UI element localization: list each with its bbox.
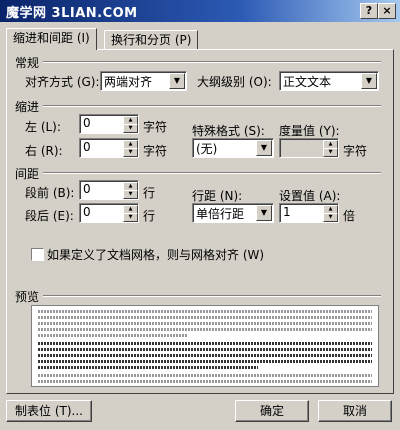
down-arrow-icon[interactable]: ▼	[123, 190, 138, 199]
preview-line	[38, 310, 372, 313]
down-arrow-icon[interactable]: ▼	[123, 213, 138, 222]
by-label: 度量值 (Y):	[279, 124, 340, 138]
preview-line	[38, 342, 372, 345]
preview-line	[38, 360, 372, 363]
left-indent-label: 左 (L):	[25, 120, 61, 134]
outline-level-label: 大纲级别 (O):	[197, 75, 272, 89]
alignment-value: 两端对齐	[104, 75, 153, 89]
outline-level-value: 正文文本	[283, 75, 332, 89]
grid-align-checkbox[interactable]	[31, 248, 44, 261]
tab-indents-spacing[interactable]: 缩进和间距 (I)	[6, 28, 97, 50]
preview-line	[38, 366, 258, 369]
preview-line	[38, 354, 372, 357]
space-before-label: 段前 (B):	[25, 186, 75, 200]
preview-line	[38, 374, 372, 377]
down-arrow-icon[interactable]: ▼	[323, 148, 338, 157]
down-arrow-icon[interactable]: ▼	[123, 124, 138, 133]
space-after-value: 0	[83, 205, 91, 219]
right-indent-label: 右 (R):	[25, 144, 63, 158]
line-spacing-value: 单倍行距	[196, 207, 245, 221]
alignment-label: 对齐方式 (G):	[25, 75, 100, 89]
window-title: 魔学网 3LIAN.COM	[6, 6, 138, 21]
by-unit: 字符	[343, 144, 368, 158]
space-after-unit: 行	[143, 209, 156, 223]
tabs-button[interactable]: 制表位 (T)...	[6, 400, 92, 422]
right-indent-unit: 字符	[143, 144, 168, 158]
at-value: 1	[283, 205, 291, 219]
at-label: 设置值 (A):	[279, 189, 341, 203]
space-before-value: 0	[83, 182, 91, 196]
down-arrow-icon[interactable]: ▼	[323, 213, 338, 222]
preview-line	[38, 380, 372, 383]
close-button[interactable]: ×	[378, 3, 396, 19]
at-unit: 倍	[343, 209, 356, 223]
preview-line	[38, 316, 372, 319]
left-indent-unit: 字符	[143, 120, 168, 134]
dropdown-arrow-icon[interactable]: ▼	[361, 73, 377, 89]
down-arrow-icon[interactable]: ▼	[123, 148, 138, 157]
space-before-spinner[interactable]: 0 ▲ ▼	[79, 180, 139, 200]
indent-heading: 缩进	[15, 100, 40, 114]
indent-divider	[43, 105, 381, 107]
space-before-unit: 行	[143, 186, 156, 200]
tab-panel: 常规 对齐方式 (G): 两端对齐 ▼ 大纲级别 (O): 正文文本 ▼ 缩进 …	[6, 49, 394, 394]
at-spinner[interactable]: 1 ▲ ▼	[279, 203, 339, 223]
right-indent-value: 0	[83, 140, 91, 154]
cancel-button[interactable]: 取消	[318, 400, 392, 422]
preview-heading: 预览	[15, 290, 40, 304]
tab-line-page-breaks[interactable]: 换行和分页 (P)	[104, 30, 199, 49]
help-button[interactable]: ?	[360, 3, 378, 19]
paragraph-dialog: 魔学网 3LIAN.COM ? × 缩进和间距 (I) 换行和分页 (P) 常规…	[0, 0, 400, 430]
spacing-heading: 间距	[15, 167, 40, 181]
preview-box	[31, 305, 379, 387]
line-spacing-select[interactable]: 单倍行距 ▼	[192, 203, 274, 223]
space-after-spinner[interactable]: 0 ▲ ▼	[79, 203, 139, 223]
outline-level-select[interactable]: 正文文本 ▼	[279, 71, 379, 91]
dropdown-arrow-icon[interactable]: ▼	[256, 140, 272, 156]
line-spacing-label: 行距 (N):	[192, 189, 243, 203]
left-indent-value: 0	[83, 116, 91, 130]
preview-line	[38, 328, 372, 331]
general-divider	[43, 61, 381, 63]
ok-button[interactable]: 确定	[235, 400, 309, 422]
general-heading: 常规	[15, 56, 40, 70]
alignment-select[interactable]: 两端对齐 ▼	[100, 71, 187, 91]
left-indent-spinner[interactable]: 0 ▲ ▼	[79, 114, 139, 134]
by-spinner[interactable]: ▲ ▼	[279, 138, 339, 158]
spacing-divider	[43, 172, 381, 174]
dropdown-arrow-icon[interactable]: ▼	[169, 73, 185, 89]
special-indent-label: 特殊格式 (S):	[192, 124, 265, 138]
space-after-label: 段后 (E):	[25, 209, 74, 223]
dropdown-arrow-icon[interactable]: ▼	[256, 205, 272, 221]
special-indent-select[interactable]: (无) ▼	[192, 138, 274, 158]
title-bar[interactable]: 魔学网 3LIAN.COM ? ×	[0, 0, 400, 22]
preview-line	[38, 322, 372, 325]
preview-line	[38, 348, 372, 351]
preview-line	[38, 334, 188, 337]
grid-align-label[interactable]: 如果定义了文档网格，则与网格对齐 (W)	[47, 246, 264, 263]
preview-divider	[43, 295, 381, 297]
special-indent-value: (无)	[196, 142, 218, 156]
right-indent-spinner[interactable]: 0 ▲ ▼	[79, 138, 139, 158]
